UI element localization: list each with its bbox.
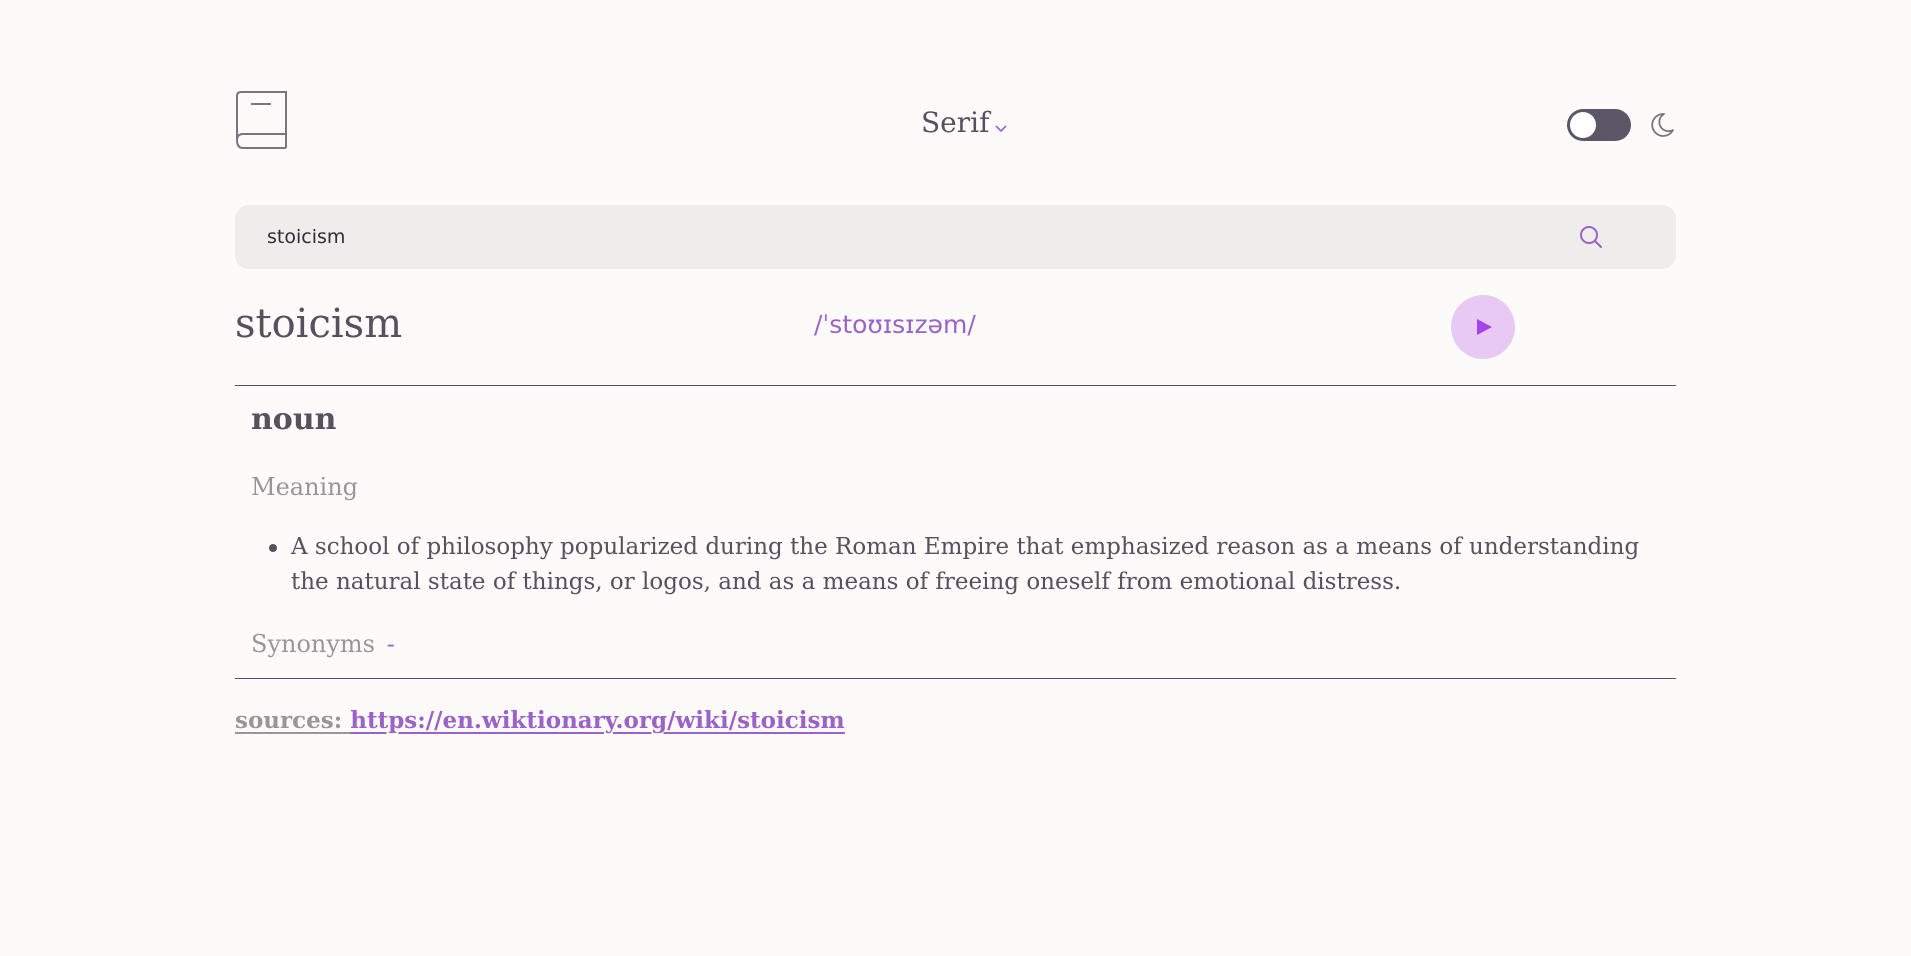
- font-selector-label: Serif: [921, 106, 990, 139]
- divider: [235, 385, 1676, 386]
- definition-item: A school of philosophy popularized durin…: [269, 530, 1651, 600]
- book-icon[interactable]: [235, 90, 289, 150]
- definition-list: A school of philosophy popularized durin…: [269, 530, 1651, 600]
- play-audio-button[interactable]: [1451, 295, 1515, 359]
- theme-toggle-knob: [1570, 112, 1596, 138]
- search-bar: [235, 205, 1676, 269]
- source-link[interactable]: https://en.wiktionary.org/wiki/stoicism: [350, 707, 845, 734]
- part-of-speech: noun: [251, 402, 337, 437]
- divider: [235, 678, 1676, 679]
- word-title: stoicism: [235, 301, 403, 347]
- theme-toggle[interactable]: [1567, 109, 1631, 141]
- bullet: [269, 544, 277, 552]
- meaning-label: Meaning: [251, 473, 359, 501]
- phonetic: /ˈstoʊɪsɪzəm/: [814, 310, 976, 339]
- play-icon: [1477, 319, 1492, 335]
- search-input[interactable]: [267, 205, 1567, 269]
- font-selector[interactable]: Serif: [921, 106, 1008, 139]
- synonyms-label: Synonyms: [251, 630, 375, 658]
- synonyms-value: -: [386, 630, 395, 658]
- definition-text: A school of philosophy popularized durin…: [291, 534, 1640, 595]
- chevron-down-icon: [995, 124, 1008, 132]
- dictionary-app: Serif stoicism /ˈstoʊɪsɪzəm/ noun Meanin…: [235, 0, 1676, 956]
- header: Serif: [235, 88, 1676, 150]
- search-icon[interactable]: [1578, 224, 1604, 250]
- moon-icon: [1651, 113, 1674, 137]
- sources-label: sources:: [235, 707, 343, 734]
- synonyms: Synonyms -: [251, 630, 395, 658]
- sources: sources: https://en.wiktionary.org/wiki/…: [235, 707, 845, 734]
